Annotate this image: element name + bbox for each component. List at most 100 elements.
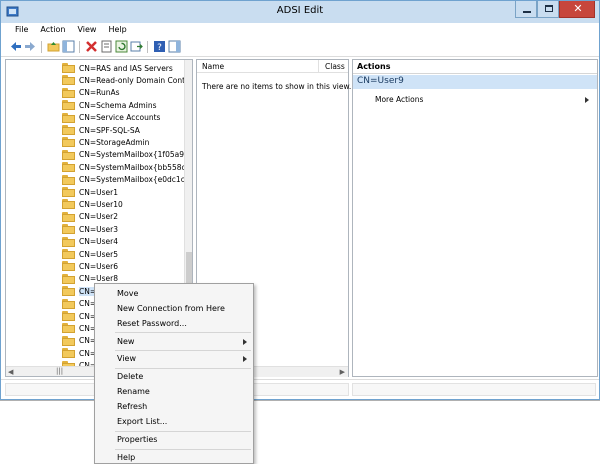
column-header-name[interactable]: Name — [202, 62, 224, 71]
column-header-class[interactable]: Class — [325, 62, 345, 71]
back-arrow-icon[interactable] — [9, 40, 22, 53]
empty-list-message: There are no items to show in this view. — [202, 82, 352, 91]
tree-item[interactable]: CN=RunAs — [62, 87, 120, 99]
tree-item[interactable]: CN=RAS and IAS Servers — [62, 62, 173, 74]
tree-item[interactable]: CN=Schema Admins — [62, 99, 156, 111]
folder-icon — [62, 75, 75, 86]
tree-item[interactable]: CN=User1 — [62, 186, 118, 198]
context-menu-export-list[interactable]: Export List... — [117, 417, 167, 426]
context-menu-new[interactable]: New — [117, 337, 134, 346]
tree-item[interactable]: CN= — [62, 285, 97, 297]
tree-item-label: CN=User10 — [79, 199, 123, 209]
actions-pane: Actions CN=User9 More Actions — [352, 59, 598, 377]
scrollbar-grip-icon[interactable]: ||| — [56, 367, 63, 375]
tree-item[interactable]: CN= — [62, 347, 96, 359]
context-menu-refresh[interactable]: Refresh — [117, 402, 147, 411]
scroll-right-icon[interactable]: ▶ — [340, 368, 345, 376]
tree-item[interactable]: CN=SystemMailbox{bb558c3 — [62, 161, 190, 173]
folder-icon — [62, 100, 75, 111]
tree-item-label: CN=User2 — [79, 212, 118, 222]
context-menu-reset-password[interactable]: Reset Password... — [117, 319, 187, 328]
scroll-left-icon[interactable]: ◀ — [8, 368, 13, 376]
folder-icon — [62, 298, 75, 309]
submenu-arrow-icon — [243, 356, 247, 362]
tree-item[interactable]: CN=Read-only Domain Cont — [62, 74, 185, 86]
folder-icon — [62, 199, 75, 210]
close-button[interactable]: ✕ — [559, 1, 595, 18]
folder-icon — [62, 286, 75, 297]
context-menu-move[interactable]: Move — [117, 289, 138, 298]
folder-icon — [62, 174, 75, 185]
actions-selected-label: CN=User9 — [357, 76, 404, 86]
folder-icon — [62, 63, 75, 73]
tree-item[interactable]: CN= — [62, 310, 96, 322]
actions-header: Actions — [353, 60, 597, 74]
folder-icon — [62, 335, 75, 346]
menu-separator — [115, 431, 251, 432]
toolbar-separator — [79, 41, 80, 53]
folder-icon — [62, 187, 75, 197]
more-actions-link[interactable]: More Actions — [375, 95, 423, 104]
tree-item[interactable]: CN= — [62, 298, 96, 310]
context-menu-view[interactable]: View — [117, 354, 136, 363]
menu-view[interactable]: View — [71, 23, 102, 37]
tree-item[interactable]: CN=SystemMailbox{1f05a927 — [62, 149, 192, 161]
window-bottom-edge — [0, 400, 600, 401]
folder-icon — [62, 323, 75, 334]
tree-item[interactable]: CN=User6 — [62, 260, 118, 272]
show-hide-console-tree-icon[interactable] — [62, 40, 75, 53]
folder-icon — [62, 261, 75, 272]
minimize-button[interactable] — [515, 1, 537, 18]
tree-item[interactable]: CN=SystemMailbox{e0dc1c2 — [62, 174, 190, 186]
tree-item[interactable]: CN=User10 — [62, 198, 123, 210]
folder-icon — [62, 125, 75, 135]
help-icon[interactable]: ? — [153, 40, 166, 53]
tree-item-label: CN=User8 — [79, 274, 118, 284]
forward-arrow-icon[interactable] — [24, 40, 37, 53]
menu-help[interactable]: Help — [102, 23, 132, 37]
delete-icon[interactable] — [85, 40, 98, 53]
tree-item[interactable]: CN=User3 — [62, 223, 118, 235]
folder-icon — [62, 311, 75, 321]
properties-icon[interactable] — [100, 40, 113, 53]
folder-icon — [62, 211, 75, 222]
tree-item[interactable]: CN= — [62, 335, 96, 347]
folder-icon — [62, 236, 75, 247]
tree-item[interactable]: CN=User5 — [62, 248, 118, 260]
adsi-edit-window: ADSI Edit ✕ File Action View Help ? CN=R… — [0, 0, 600, 400]
tree-item[interactable]: CN=User4 — [62, 236, 118, 248]
menu-file[interactable]: File — [9, 23, 34, 37]
column-divider[interactable] — [318, 60, 319, 73]
tree-item[interactable]: CN=StorageAdmin — [62, 136, 149, 148]
actions-selected-object[interactable]: CN=User9 — [353, 75, 597, 89]
menu-separator — [115, 350, 251, 351]
tree-item-label: CN=SystemMailbox{bb558c3 — [79, 162, 191, 172]
submenu-arrow-icon — [585, 97, 589, 103]
context-menu-properties[interactable]: Properties — [117, 435, 157, 444]
menu-action[interactable]: Action — [34, 23, 71, 37]
refresh-icon[interactable] — [115, 40, 128, 53]
context-menu-rename[interactable]: Rename — [117, 387, 150, 396]
tree-item[interactable]: CN=User2 — [62, 211, 118, 223]
tree-item-label: CN=Read-only Domain Cont — [79, 75, 186, 85]
context-menu-delete[interactable]: Delete — [117, 372, 143, 381]
up-folder-icon[interactable] — [47, 40, 60, 53]
tree-item-label: CN=User1 — [79, 187, 118, 197]
folder-icon — [62, 162, 75, 173]
tree-item-label: CN=User5 — [79, 249, 118, 259]
tree-item[interactable]: CN=SPF-SQL-SA — [62, 124, 140, 136]
tree-item[interactable]: CN= — [62, 322, 96, 334]
context-menu-new-connection[interactable]: New Connection from Here — [117, 304, 225, 313]
submenu-arrow-icon — [243, 339, 247, 345]
title-bar[interactable]: ADSI Edit ✕ — [1, 1, 599, 23]
context-menu-help[interactable]: Help — [117, 453, 135, 462]
maximize-button[interactable] — [537, 1, 559, 18]
show-hide-action-pane-icon[interactable] — [168, 40, 181, 53]
tree-item[interactable]: CN=Service Accounts — [62, 112, 160, 124]
tree-item-label: CN=StorageAdmin — [79, 137, 150, 147]
list-header: Name Class — [197, 60, 348, 73]
export-list-icon[interactable] — [130, 40, 143, 53]
menu-separator — [115, 449, 251, 450]
folder-icon — [62, 348, 75, 359]
toolbar-separator — [147, 41, 148, 53]
